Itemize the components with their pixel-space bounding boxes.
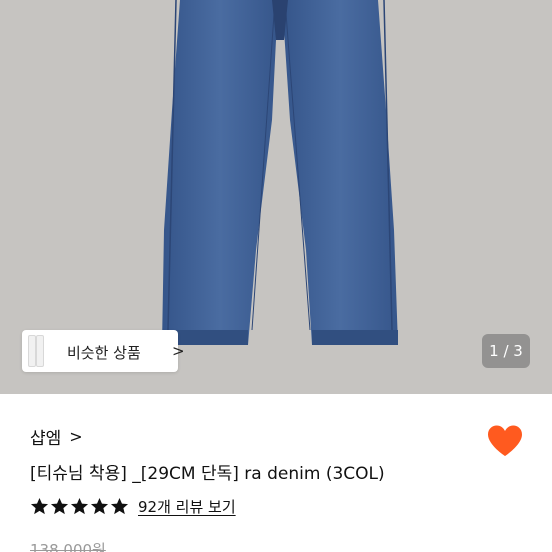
- chevron-right-icon: >: [172, 342, 185, 360]
- store-name: 샵엠: [30, 429, 62, 449]
- store-link[interactable]: 샵엠 >: [30, 424, 83, 449]
- product-title: [티슈님 착용] _[29CM 단독] ra denim (3COL): [30, 464, 385, 484]
- star-icon: [90, 497, 109, 515]
- thumbnail-stack-icon: [22, 330, 52, 372]
- star-icon: [30, 497, 49, 515]
- star-icon: [70, 497, 89, 515]
- similar-products-button[interactable]: 비슷한 상품 >: [22, 330, 185, 372]
- review-link[interactable]: 92개 리뷰 보기: [138, 496, 236, 517]
- star-icon: [50, 497, 69, 515]
- similar-products-label: 비슷한 상품: [67, 344, 141, 362]
- image-counter: 1 / 3: [482, 334, 530, 368]
- rating-row: 92개 리뷰 보기: [30, 496, 236, 517]
- rating-stars: [30, 497, 130, 516]
- heart-icon[interactable]: [486, 424, 524, 458]
- chevron-right-icon: >: [69, 427, 83, 446]
- star-icon: [110, 497, 129, 515]
- product-image-gallery[interactable]: 비슷한 상품 > 1 / 3: [0, 0, 552, 394]
- original-price: 138,000원: [30, 541, 106, 552]
